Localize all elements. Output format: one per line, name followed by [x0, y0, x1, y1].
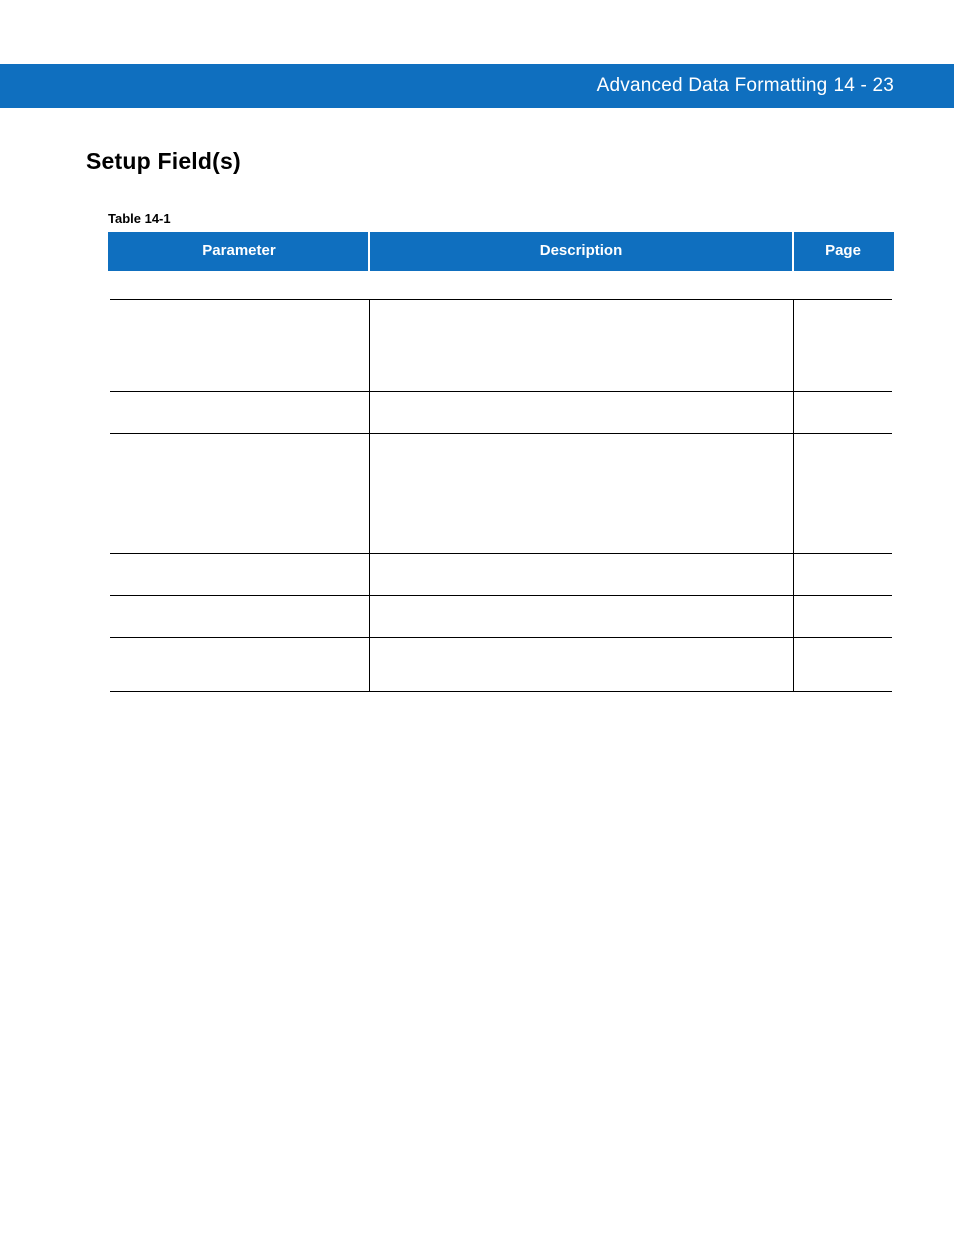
table-row [109, 391, 893, 433]
cell-page [793, 391, 893, 433]
cell-page [793, 637, 893, 691]
table-wrap: Table 14-1 Parameter Description Page [108, 211, 894, 692]
table-row [109, 595, 893, 637]
cell-page [793, 595, 893, 637]
cell-parameter [109, 271, 369, 299]
cell-page [793, 553, 893, 595]
cell-parameter [109, 637, 369, 691]
table-caption: Table 14-1 [108, 211, 894, 226]
col-header-parameter: Parameter [109, 232, 369, 271]
content-area: Setup Field(s) Table 14-1 Parameter Desc… [86, 148, 894, 692]
cell-page [793, 271, 893, 299]
cell-description [369, 271, 793, 299]
table-row [109, 271, 893, 299]
cell-description [369, 433, 793, 553]
page-header-banner: Advanced Data Formatting 14 - 23 [0, 64, 954, 108]
cell-parameter [109, 299, 369, 391]
page: Advanced Data Formatting 14 - 23 Setup F… [0, 0, 954, 1235]
col-header-description: Description [369, 232, 793, 271]
setup-table: Parameter Description Page [108, 232, 894, 692]
table-row [109, 433, 893, 553]
cell-description [369, 637, 793, 691]
cell-parameter [109, 553, 369, 595]
cell-description [369, 595, 793, 637]
section-heading: Setup Field(s) [86, 148, 894, 175]
cell-description [369, 299, 793, 391]
cell-page [793, 433, 893, 553]
table-row [109, 299, 893, 391]
table-header-row: Parameter Description Page [109, 232, 893, 271]
table-row [109, 637, 893, 691]
cell-page [793, 299, 893, 391]
cell-description [369, 391, 793, 433]
col-header-page: Page [793, 232, 893, 271]
cell-parameter [109, 391, 369, 433]
table-row [109, 553, 893, 595]
cell-parameter [109, 433, 369, 553]
page-header-pageno: 14 - 23 [833, 75, 894, 97]
page-header-title: Advanced Data Formatting [597, 75, 828, 97]
cell-description [369, 553, 793, 595]
cell-parameter [109, 595, 369, 637]
